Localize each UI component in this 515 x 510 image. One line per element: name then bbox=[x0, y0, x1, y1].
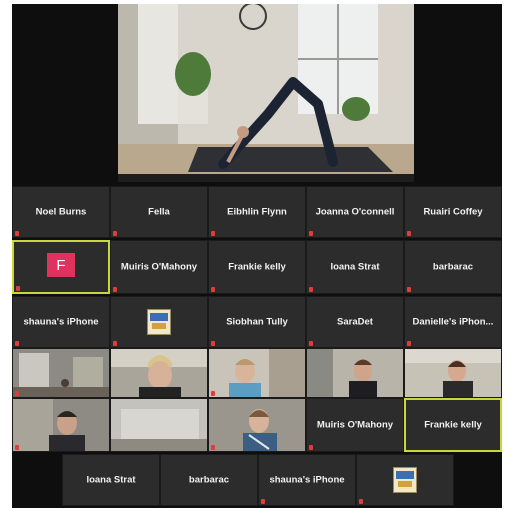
mic-muted-icon bbox=[211, 287, 215, 292]
participant-name: barbarac bbox=[188, 474, 230, 486]
mic-muted-icon bbox=[407, 341, 411, 346]
mic-muted-icon bbox=[359, 499, 363, 504]
mic-muted-icon bbox=[309, 341, 313, 346]
participant-tile[interactable] bbox=[356, 454, 454, 506]
participant-tile[interactable]: Eibhlin Flynn bbox=[208, 186, 306, 238]
participant-tile-active[interactable]: Frankie kelly bbox=[404, 398, 502, 452]
video-feed bbox=[111, 399, 207, 451]
participant-tile[interactable]: Frankie kelly bbox=[208, 240, 306, 294]
participant-name: Danielle's iPhon... bbox=[412, 316, 494, 328]
mic-muted-icon bbox=[261, 499, 265, 504]
participant-name: Fella bbox=[148, 206, 170, 218]
participant-tile[interactable]: barbarac bbox=[404, 240, 502, 294]
participant-name: Ioana Strat bbox=[86, 474, 136, 486]
participant-tile[interactable]: SaraDet bbox=[306, 296, 404, 348]
participant-name: Eibhlin Flynn bbox=[227, 206, 287, 218]
video-feed bbox=[13, 399, 109, 451]
participant-tile[interactable]: Siobhan Tully bbox=[208, 296, 306, 348]
mic-muted-icon bbox=[15, 341, 19, 346]
participant-video-tile[interactable] bbox=[208, 348, 306, 398]
video-feed bbox=[13, 349, 109, 397]
mic-muted-icon bbox=[113, 341, 117, 346]
participant-name: barbarac bbox=[432, 261, 474, 273]
mic-muted-icon bbox=[15, 231, 19, 236]
mic-muted-icon bbox=[211, 391, 215, 396]
participant-tile[interactable]: Fella bbox=[110, 186, 208, 238]
mic-muted-icon bbox=[113, 287, 117, 292]
participant-name: Ioana Strat bbox=[330, 261, 380, 273]
participant-name: Siobhan Tully bbox=[226, 316, 288, 328]
participant-tile[interactable]: shauna's iPhone bbox=[12, 296, 110, 348]
participant-name: Frankie kelly bbox=[424, 419, 482, 431]
participant-name: Ruairi Coffey bbox=[423, 206, 483, 218]
participant-video-tile[interactable] bbox=[12, 348, 110, 398]
participant-video-tile[interactable] bbox=[208, 398, 306, 452]
meeting-gallery-view: Noel Burns Fella Eibhlin Flynn Joanna O'… bbox=[12, 4, 502, 508]
participant-name: Joanna O'connell bbox=[315, 206, 395, 218]
participant-tile[interactable]: Noel Burns bbox=[12, 186, 110, 238]
participant-name: shauna's iPhone bbox=[269, 474, 345, 486]
mic-muted-icon bbox=[16, 286, 20, 291]
mic-muted-icon bbox=[15, 445, 19, 450]
video-feed bbox=[209, 349, 305, 397]
participant-name: Muiris O'Mahony bbox=[316, 419, 394, 431]
mic-muted-icon bbox=[211, 445, 215, 450]
participant-tile[interactable]: Muiris O'Mahony bbox=[306, 398, 404, 452]
participant-tile[interactable]: shauna's iPhone bbox=[258, 454, 356, 506]
mic-muted-icon bbox=[15, 391, 19, 396]
participant-video-tile[interactable] bbox=[110, 348, 208, 398]
participant-name: SaraDet bbox=[337, 316, 373, 328]
participant-tile-active[interactable]: F bbox=[12, 240, 110, 294]
participant-video-tile[interactable] bbox=[110, 398, 208, 452]
avatar: F bbox=[47, 253, 75, 277]
participant-tile[interactable]: Ioana Strat bbox=[62, 454, 160, 506]
mic-muted-icon bbox=[309, 445, 313, 450]
thumbnail-strip bbox=[118, 174, 414, 182]
mic-muted-icon bbox=[407, 231, 411, 236]
profile-picture bbox=[147, 309, 171, 335]
yoga-scene bbox=[118, 4, 414, 174]
participant-tile[interactable]: Danielle's iPhon... bbox=[404, 296, 502, 348]
participant-tile[interactable]: Joanna O'connell bbox=[306, 186, 404, 238]
mic-muted-icon bbox=[309, 287, 313, 292]
video-feed bbox=[307, 349, 403, 397]
featured-video[interactable] bbox=[118, 4, 414, 174]
participant-name: shauna's iPhone bbox=[23, 316, 99, 328]
participant-name: Frankie kelly bbox=[228, 261, 286, 273]
participant-name: Noel Burns bbox=[35, 206, 87, 218]
video-feed bbox=[209, 399, 305, 451]
profile-picture bbox=[393, 467, 417, 493]
participant-tile[interactable] bbox=[110, 296, 208, 348]
participant-name: Muiris O'Mahony bbox=[120, 261, 198, 273]
mic-muted-icon bbox=[113, 231, 117, 236]
participant-video-tile[interactable] bbox=[306, 348, 404, 398]
mic-muted-icon bbox=[309, 231, 313, 236]
participant-video-tile[interactable] bbox=[12, 398, 110, 452]
video-feed bbox=[405, 349, 501, 397]
video-feed bbox=[111, 349, 207, 397]
participant-tile[interactable]: Ruairi Coffey bbox=[404, 186, 502, 238]
participant-video-tile[interactable] bbox=[404, 348, 502, 398]
mic-muted-icon bbox=[407, 287, 411, 292]
mic-muted-icon bbox=[211, 231, 215, 236]
participant-tile[interactable]: Muiris O'Mahony bbox=[110, 240, 208, 294]
mic-muted-icon bbox=[211, 341, 215, 346]
participant-tile[interactable]: Ioana Strat bbox=[306, 240, 404, 294]
participant-tile[interactable]: barbarac bbox=[160, 454, 258, 506]
